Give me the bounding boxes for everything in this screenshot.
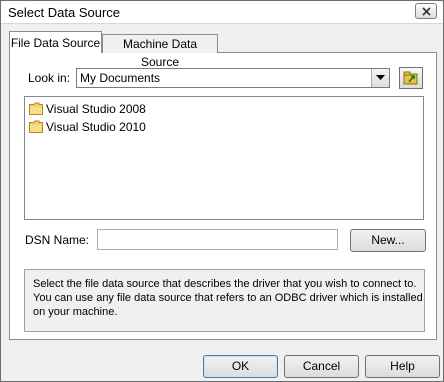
tab-file-data-source[interactable]: File Data Source — [9, 31, 102, 53]
chevron-down-icon — [376, 75, 385, 80]
look-in-value: My Documents — [80, 71, 161, 85]
window-title: Select Data Source — [8, 5, 121, 20]
dsn-name-input[interactable] — [97, 229, 338, 250]
up-folder-icon — [403, 71, 418, 85]
help-button[interactable]: Help — [365, 355, 440, 378]
dsn-name-label: DSN Name: — [25, 233, 90, 247]
list-item-label: Visual Studio 2010 — [46, 120, 146, 134]
tab-machine-data-source[interactable]: Machine Data Source — [102, 34, 218, 69]
new-button[interactable]: New... — [350, 229, 426, 252]
look-in-dropdown-button[interactable] — [371, 69, 389, 87]
ok-button[interactable]: OK — [203, 355, 278, 378]
look-in-dropdown[interactable]: My Documents — [76, 68, 390, 88]
select-data-source-dialog: Select Data Source File Data Source Mach… — [0, 0, 444, 382]
close-button[interactable] — [415, 3, 437, 19]
description-box: Select the file data source that describ… — [24, 269, 425, 332]
look-in-label: Look in: — [28, 71, 71, 85]
description-text: Select the file data source that describ… — [33, 278, 423, 318]
close-icon — [422, 7, 431, 16]
title-bar[interactable]: Select Data Source — [1, 1, 443, 24]
cancel-button[interactable]: Cancel — [284, 355, 359, 378]
file-list[interactable]: Visual Studio 2008 Visual Studio 2010 — [24, 96, 424, 220]
folder-icon — [29, 102, 43, 115]
folder-icon — [29, 120, 43, 133]
list-item-label: Visual Studio 2008 — [46, 102, 146, 116]
up-folder-button[interactable] — [399, 67, 423, 89]
